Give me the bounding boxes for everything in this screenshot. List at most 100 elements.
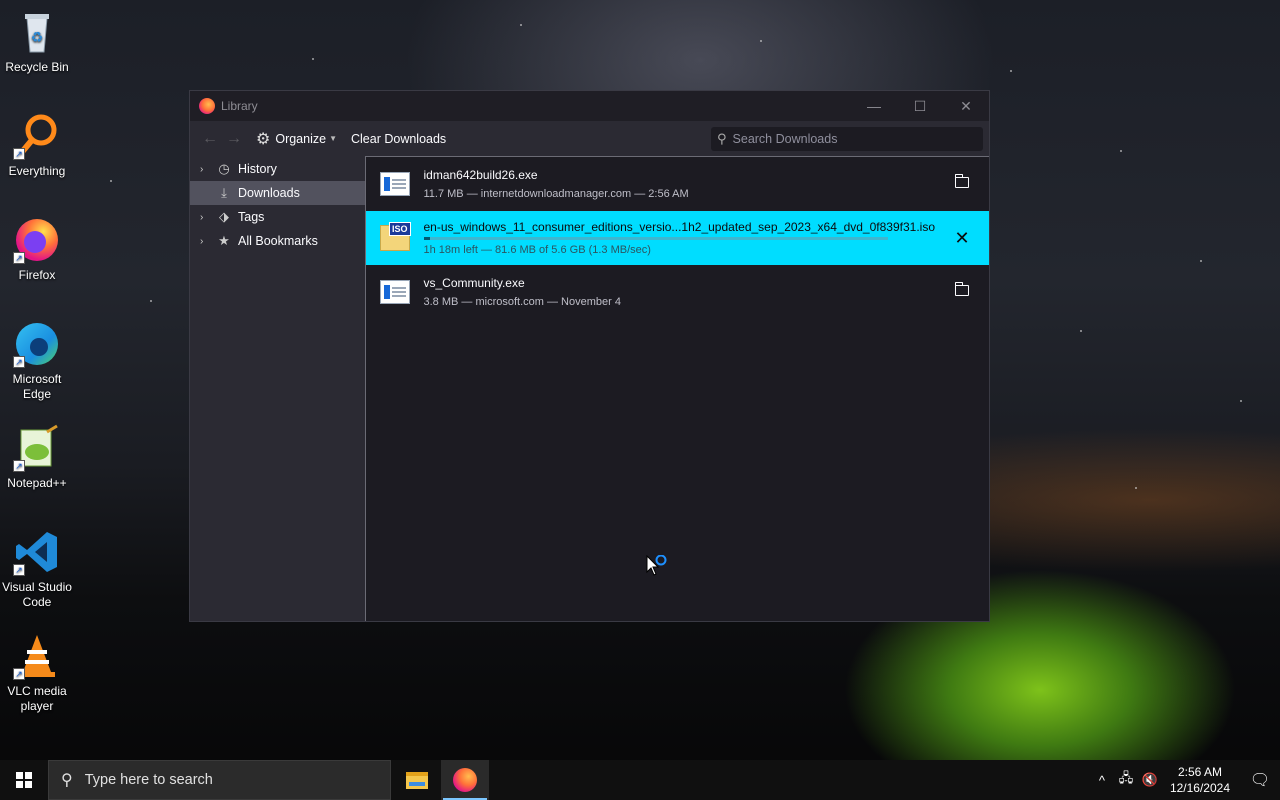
system-tray: ^ 🖧 🔇 2:56 AM 12/16/2024 🗨 — [1090, 764, 1280, 796]
exe-file-icon — [379, 172, 410, 196]
back-button[interactable]: ← — [198, 130, 222, 148]
taskbar-app-firefox[interactable] — [441, 760, 489, 800]
download-item[interactable]: idman642build26.exe 11.7 MB — internetdo… — [366, 157, 990, 211]
minimize-button[interactable]: — — [851, 91, 897, 121]
sidebar-item-label: Tags — [238, 210, 265, 224]
notepadpp-icon: ↗ — [13, 424, 61, 472]
close-icon: ✕ — [954, 227, 970, 248]
firefox-icon — [453, 768, 477, 792]
chevron-down-icon: ▼ — [329, 134, 337, 143]
download-details: 11.7 MB — internetdownloadmanager.com — … — [423, 187, 689, 200]
organize-button[interactable]: ⚙ Organize ▼ — [256, 129, 337, 149]
cancel-download-button[interactable]: ✕ — [935, 228, 989, 249]
svg-text:♻: ♻ — [31, 29, 44, 45]
download-details: 3.8 MB — microsoft.com — November 4 — [423, 295, 621, 308]
download-progress-bar — [423, 236, 888, 240]
desktop-icon-label: VLC media player — [7, 684, 67, 713]
star-icon: ★ — [218, 233, 230, 248]
download-details: 1h 18m left — 81.6 MB of 5.6 GB (1.3 MB/… — [423, 243, 651, 256]
firefox-icon: ↗ — [13, 216, 61, 264]
library-toolbar: ← → ⚙ Organize ▼ Clear Downloads ⚲ Searc… — [190, 121, 989, 156]
desktop-icon-label: Notepad++ — [7, 476, 67, 490]
desktop-icon-recycle-bin[interactable]: ♻ Recycle Bin — [0, 8, 74, 75]
recycle-bin-icon: ♻ — [13, 8, 61, 56]
desktop-icon-label: Firefox — [18, 268, 56, 282]
iso-badge: ISO — [388, 222, 411, 236]
show-hidden-icons-icon[interactable]: ^ — [1090, 773, 1114, 788]
vscode-icon: ↗ — [13, 528, 61, 576]
firefox-icon — [199, 98, 215, 114]
volume-muted-icon[interactable]: 🔇 — [1138, 772, 1162, 788]
sidebar-item-all-bookmarks[interactable]: › ★ All Bookmarks — [190, 229, 365, 253]
clock-date: 12/16/2024 — [1169, 781, 1230, 795]
taskbar-search-box[interactable]: ⚲ Type here to search — [48, 760, 391, 800]
action-center-icon[interactable]: 🗨 — [1240, 770, 1280, 790]
library-sidebar: › ◷ History ⤓ Downloads › ⬗ Tags › ★ All… — [190, 156, 365, 621]
open-folder-button[interactable] — [935, 174, 989, 193]
sidebar-item-label: History — [238, 162, 277, 176]
desktop-icon-notepadpp[interactable]: ↗ Notepad++ — [0, 424, 74, 491]
progress-fill — [423, 236, 431, 240]
exe-file-icon — [379, 280, 410, 304]
download-filename: vs_Community.exe — [423, 275, 525, 290]
desktop-icon-label: Visual Studio Code — [2, 580, 72, 609]
chevron-right-icon[interactable]: › — [200, 236, 214, 247]
sidebar-item-label: All Bookmarks — [238, 234, 318, 248]
desktop-icon-edge[interactable]: ↗ Microsoft Edge — [0, 320, 74, 402]
download-item[interactable]: vs_Community.exe 3.8 MB — microsoft.com … — [366, 265, 990, 319]
file-explorer-icon — [406, 771, 428, 789]
search-placeholder: Search Downloads — [732, 131, 838, 146]
folder-icon — [954, 282, 969, 296]
desktop-icon-vlc[interactable]: ↗ VLC media player — [0, 632, 74, 714]
library-window: Library — ☐ ✕ ← → ⚙ Organize ▼ Clear Dow… — [189, 90, 990, 622]
forward-button[interactable]: → — [222, 130, 246, 148]
window-title: Library — [221, 99, 258, 113]
busy-cursor-icon — [646, 554, 670, 584]
sidebar-item-label: Downloads — [238, 186, 300, 200]
chevron-right-icon[interactable]: › — [200, 164, 214, 175]
search-icon: ⚲ — [61, 772, 73, 789]
network-icon[interactable]: 🖧 — [1114, 769, 1138, 791]
search-downloads-input[interactable]: ⚲ Search Downloads — [711, 126, 983, 151]
downloads-list: idman642build26.exe 11.7 MB — internetdo… — [364, 156, 990, 621]
maximize-button[interactable]: ☐ — [897, 91, 943, 121]
everything-search-icon: ↗ — [13, 112, 61, 160]
sidebar-item-history[interactable]: › ◷ History — [190, 157, 365, 181]
desktop-icon-label: Everything — [8, 164, 66, 178]
desktop-icon-vscode[interactable]: ↗ Visual Studio Code — [0, 528, 74, 610]
open-folder-button[interactable] — [935, 282, 989, 301]
desktop-icon-label: Recycle Bin — [5, 60, 69, 74]
taskbar: ⚲ Type here to search ^ 🖧 🔇 2:56 AM 12/1… — [0, 760, 1280, 800]
clock-time: 2:56 AM — [1177, 765, 1222, 779]
start-button[interactable] — [0, 760, 48, 800]
desktop-icon-label: Microsoft Edge — [12, 372, 62, 401]
iso-file-icon: ISO — [379, 222, 411, 251]
download-filename: en-us_windows_11_consumer_editions_versi… — [423, 219, 936, 234]
shortcut-arrow-icon: ↗ — [13, 148, 25, 160]
clear-downloads-button[interactable]: Clear Downloads — [351, 132, 446, 146]
organize-label: Organize — [275, 131, 327, 146]
taskbar-app-file-explorer[interactable] — [393, 760, 441, 800]
download-filename: idman642build26.exe — [423, 167, 538, 182]
tag-icon: ⬗ — [219, 209, 229, 224]
windows-logo-icon — [16, 772, 32, 788]
download-item-active[interactable]: ISO en-us_windows_11_consumer_editions_v… — [365, 211, 989, 265]
taskbar-search-placeholder: Type here to search — [84, 772, 213, 788]
chevron-right-icon[interactable]: › — [200, 212, 214, 223]
sidebar-item-tags[interactable]: › ⬗ Tags — [190, 205, 365, 229]
sidebar-item-downloads[interactable]: ⤓ Downloads — [190, 181, 365, 205]
folder-icon — [954, 174, 969, 188]
vlc-icon: ↗ — [13, 632, 61, 680]
shortcut-arrow-icon: ↗ — [13, 668, 25, 680]
edge-icon: ↗ — [13, 320, 61, 368]
title-bar[interactable]: Library — ☐ ✕ — [190, 91, 989, 121]
window-controls: — ☐ ✕ — [851, 91, 989, 121]
search-icon: ⚲ — [717, 130, 727, 146]
desktop-icon-everything[interactable]: ↗ Everything — [0, 112, 74, 179]
shortcut-arrow-icon: ↗ — [13, 356, 25, 368]
desktop-icon-firefox[interactable]: ↗ Firefox — [0, 216, 74, 283]
close-button[interactable]: ✕ — [943, 91, 989, 121]
taskbar-clock[interactable]: 2:56 AM 12/16/2024 — [1170, 764, 1230, 796]
download-icon: ⤓ — [221, 185, 227, 200]
shortcut-arrow-icon: ↗ — [13, 252, 25, 264]
